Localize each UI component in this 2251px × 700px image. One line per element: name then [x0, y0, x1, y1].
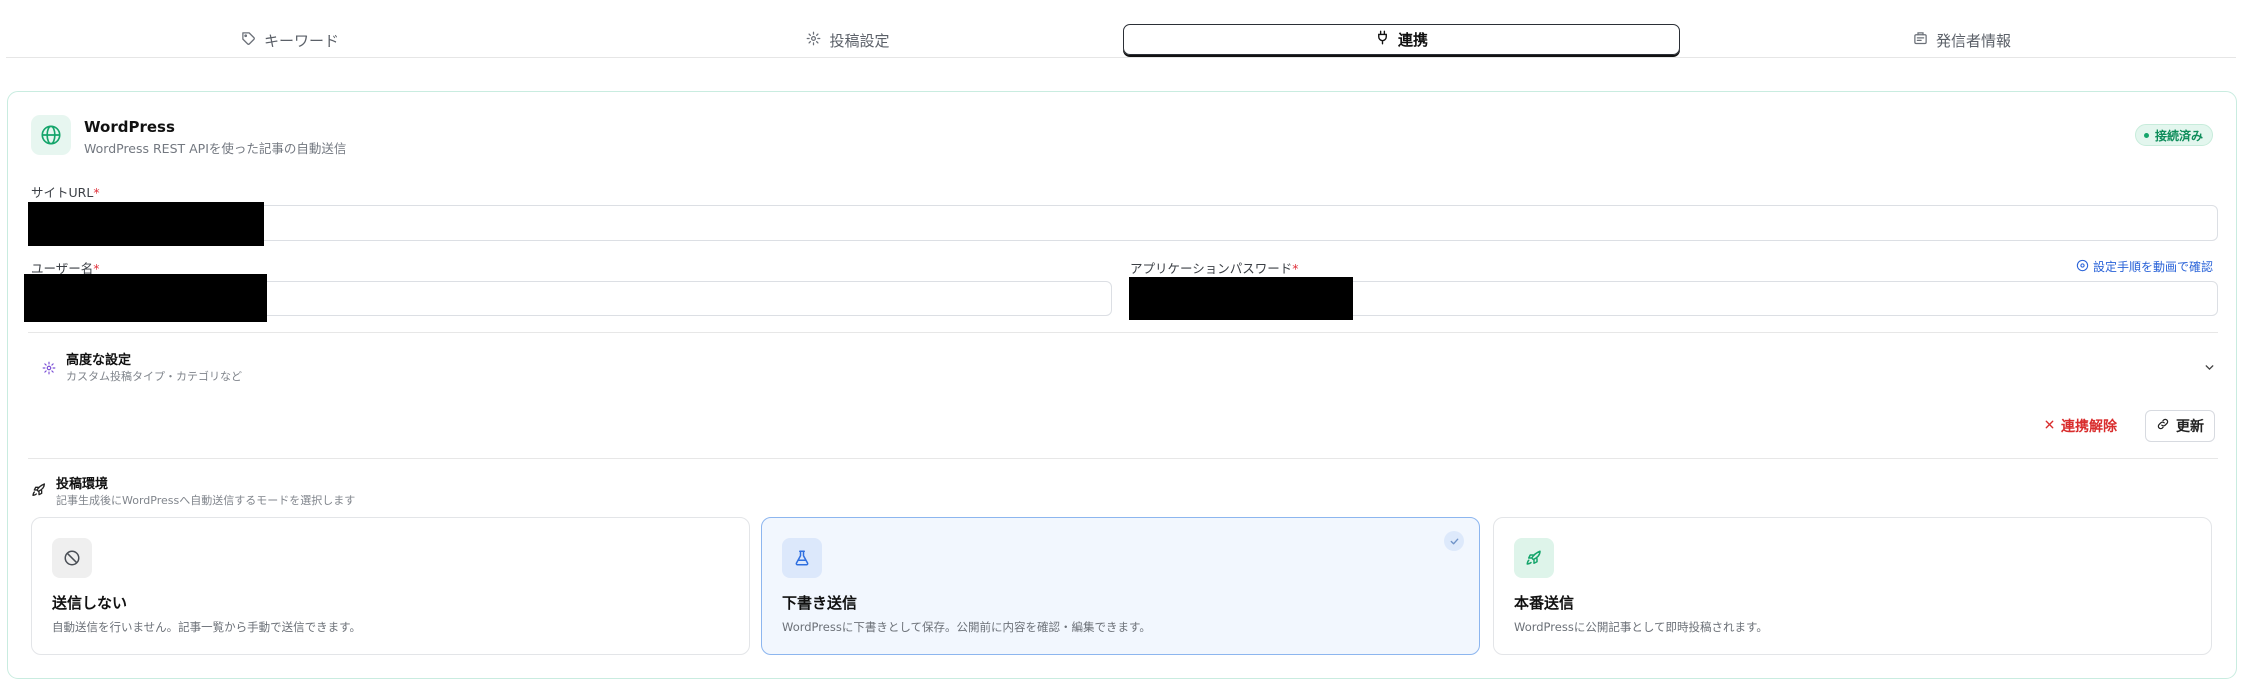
globe-icon [31, 115, 71, 155]
play-circle-icon [2076, 259, 2089, 275]
tab-sender-info[interactable]: 発信者情報 [1686, 25, 2238, 55]
site-url-label: サイトURL* [31, 185, 100, 200]
posting-subtitle: 記事生成後にWordPressへ自動送信するモードを選択します [56, 494, 356, 507]
integration-subtitle: WordPress REST APIを使った記事の自動送信 [84, 141, 347, 156]
chevron-down-icon [2203, 359, 2216, 378]
mode-title: 本番送信 [1514, 594, 1575, 612]
disconnect-button[interactable]: 連携解除 [2044, 416, 2117, 436]
mode-option-publish[interactable]: 本番送信 WordPressに公開記事として即時投稿されます。 [1493, 517, 2212, 655]
mode-option-draft[interactable]: 下書き送信 WordPressに下書きとして保存。公開前に内容を確認・編集できま… [761, 517, 1480, 655]
tab-post-settings[interactable]: 投稿設定 [572, 25, 1124, 55]
integration-card: WordPress WordPress REST APIを使った記事の自動送信 … [7, 91, 2237, 679]
link-icon [2156, 417, 2170, 435]
plug-icon [1375, 30, 1390, 49]
help-video-link[interactable]: 設定手順を動画で確認 [2076, 258, 2213, 275]
tab-label: 投稿設定 [829, 31, 890, 50]
rocket-icon [1514, 538, 1554, 578]
tab-integration[interactable]: 連携 [1123, 24, 1680, 55]
status-text: 接続済み [2154, 128, 2203, 143]
divider [28, 332, 2218, 333]
redaction-block [28, 202, 264, 246]
mode-description: 自動送信を行いません。記事一覧から手動で送信できます。 [52, 620, 362, 634]
update-button[interactable]: 更新 [2145, 410, 2215, 442]
check-icon [1444, 531, 1464, 551]
tab-keywords[interactable]: キーワード [14, 25, 566, 55]
close-icon [2044, 418, 2055, 434]
site-url-input[interactable] [28, 205, 2218, 241]
mode-title: 送信しない [52, 594, 128, 612]
gear-icon [42, 360, 56, 379]
app-password-label: アプリケーションパスワード* [1130, 261, 1299, 276]
tab-label: 発信者情報 [1935, 31, 2011, 50]
advanced-subtitle: カスタム投稿タイプ・カテゴリなど [66, 370, 242, 383]
redaction-block [1129, 277, 1353, 320]
mode-description: WordPressに下書きとして保存。公開前に内容を確認・編集できます。 [782, 620, 1151, 634]
gear-icon [806, 31, 821, 50]
integration-title: WordPress [84, 118, 175, 136]
ban-icon [52, 538, 92, 578]
status-badge: 接続済み [2134, 124, 2213, 146]
rocket-icon [31, 482, 47, 502]
posting-title: 投稿環境 [56, 477, 109, 492]
flask-icon [782, 538, 822, 578]
tab-label: キーワード [263, 31, 339, 50]
tag-icon [241, 31, 256, 50]
advanced-title: 高度な設定 [66, 353, 132, 368]
mode-option-none[interactable]: 送信しない 自動送信を行いません。記事一覧から手動で送信できます。 [31, 517, 750, 655]
id-card-icon [1913, 31, 1928, 50]
redaction-block [24, 274, 267, 322]
mode-title: 下書き送信 [782, 594, 858, 612]
tab-label: 連携 [1397, 31, 1428, 49]
status-dot-icon [2143, 132, 2149, 138]
divider [28, 458, 2218, 459]
advanced-settings-toggle[interactable]: 高度な設定 カスタム投稿タイプ・カテゴリなど [28, 347, 2218, 387]
tab-bar: キーワード 投稿設定 連携 発信者情報 [6, 18, 2236, 58]
mode-description: WordPressに公開記事として即時投稿されます。 [1514, 620, 1768, 634]
